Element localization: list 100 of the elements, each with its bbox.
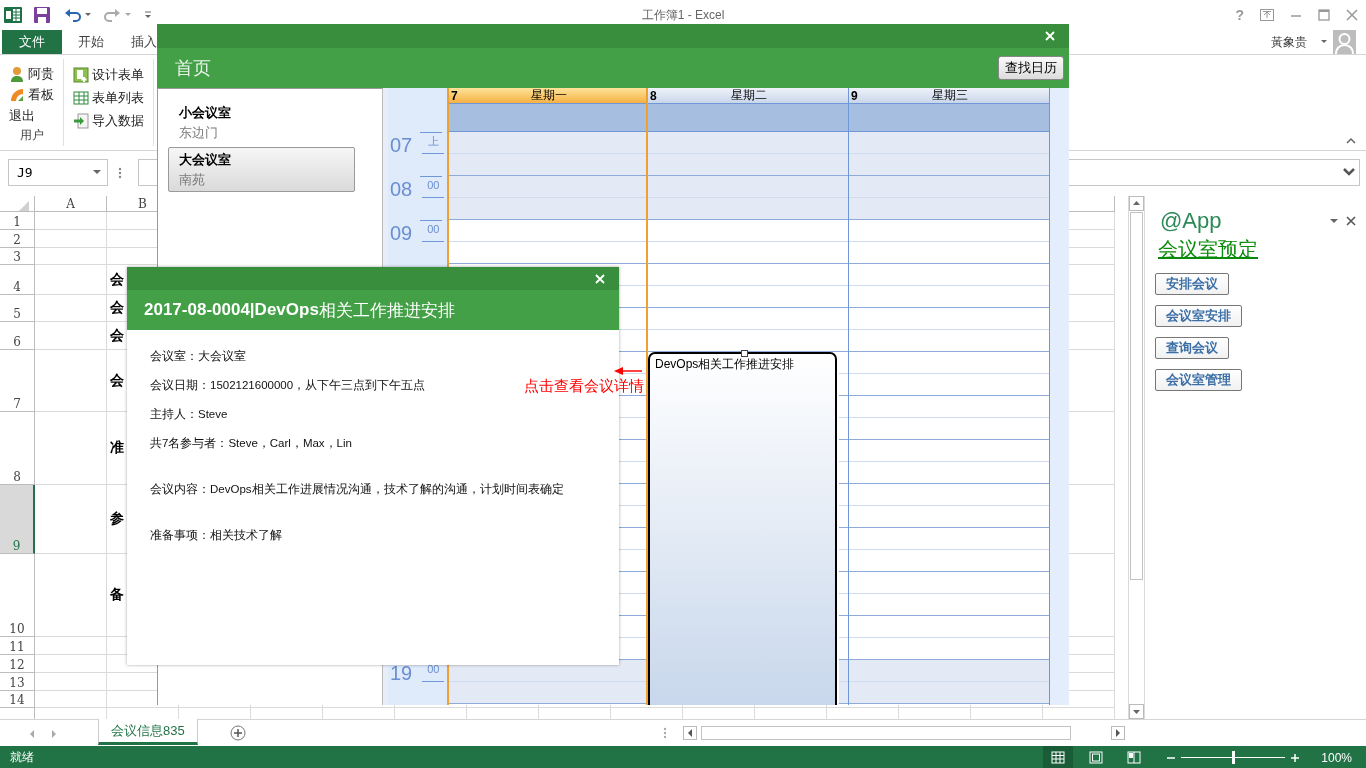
time-slot[interactable] bbox=[839, 682, 848, 704]
ribbon-tab[interactable]: 文件 bbox=[2, 30, 62, 54]
table-cell[interactable] bbox=[35, 322, 107, 350]
customize-icon[interactable] bbox=[144, 10, 152, 20]
table-cell[interactable] bbox=[35, 637, 107, 655]
time-slot[interactable] bbox=[849, 176, 1049, 198]
row-header[interactable]: 5 bbox=[0, 295, 35, 322]
close-icon[interactable] bbox=[1346, 216, 1356, 226]
pane-button[interactable]: 会议室管理 bbox=[1155, 369, 1242, 391]
name-box[interactable]: J9 bbox=[8, 159, 108, 186]
day-header[interactable]: 7 星期一 bbox=[449, 88, 646, 104]
caret-icon[interactable] bbox=[1321, 39, 1327, 45]
zoom-in-icon[interactable] bbox=[1291, 753, 1300, 762]
table-cell[interactable] bbox=[35, 350, 107, 412]
ribbon-button[interactable]: 表单列表 bbox=[70, 86, 147, 109]
table-cell[interactable] bbox=[35, 412, 107, 485]
row-header[interactable]: 13 bbox=[0, 673, 35, 691]
view-button[interactable] bbox=[1043, 746, 1074, 768]
expand-icon[interactable] bbox=[1343, 168, 1355, 177]
collapse-ribbon-icon[interactable] bbox=[1346, 136, 1356, 144]
all-day-row[interactable] bbox=[449, 104, 646, 132]
row-header[interactable]: 6 bbox=[0, 322, 35, 350]
row-header[interactable]: 14 bbox=[0, 691, 35, 708]
scroll-right-icon[interactable] bbox=[1111, 726, 1125, 740]
avatar-icon[interactable] bbox=[1333, 30, 1356, 54]
table-cell[interactable] bbox=[35, 295, 107, 322]
maximize-icon[interactable] bbox=[1318, 9, 1330, 21]
room-item[interactable]: 大会议室 南苑 bbox=[168, 147, 355, 192]
horizontal-scrollbar[interactable] bbox=[701, 726, 1071, 740]
room-item[interactable]: 小会议室 东边门 bbox=[168, 100, 355, 145]
time-slot[interactable] bbox=[648, 176, 848, 198]
table-cell[interactable] bbox=[35, 265, 107, 295]
all-day-row[interactable] bbox=[648, 104, 848, 132]
time-slot[interactable] bbox=[648, 132, 848, 154]
time-slot[interactable] bbox=[839, 660, 848, 682]
table-cell[interactable] bbox=[35, 485, 107, 554]
day-header[interactable]: 8 星期二 bbox=[648, 88, 848, 104]
time-slot[interactable] bbox=[849, 660, 1049, 682]
pane-link[interactable]: 会议室预定 bbox=[1158, 236, 1258, 263]
time-slot[interactable] bbox=[449, 682, 646, 704]
event-card[interactable]: DevOps相关工作推进安排 bbox=[648, 352, 837, 705]
time-slot[interactable] bbox=[849, 132, 1049, 154]
pane-menu-icon[interactable] bbox=[1330, 218, 1338, 224]
table-cell[interactable] bbox=[35, 230, 107, 248]
table-cell[interactable] bbox=[35, 212, 107, 230]
row-header[interactable]: 9 bbox=[0, 485, 35, 554]
ribbon-button[interactable]: 导入数据 bbox=[70, 109, 147, 132]
ribbon-button[interactable]: 看板 bbox=[6, 84, 57, 106]
time-slot[interactable] bbox=[648, 154, 848, 176]
time-slot[interactable] bbox=[849, 198, 1049, 220]
table-cell[interactable] bbox=[35, 248, 107, 265]
zoom-thumb[interactable] bbox=[1231, 751, 1235, 764]
save-icon[interactable] bbox=[34, 7, 50, 23]
sheet-tab[interactable]: 会议信息835 bbox=[98, 719, 198, 745]
add-sheet-icon[interactable] bbox=[229, 725, 246, 741]
all-day-row[interactable] bbox=[849, 104, 1049, 132]
row-header[interactable]: 3 bbox=[0, 248, 35, 265]
zoom-level[interactable]: 100% bbox=[1321, 750, 1352, 765]
ribbon-tab[interactable]: 开始 bbox=[65, 30, 104, 54]
row-header[interactable]: 8 bbox=[0, 412, 35, 485]
time-slot[interactable] bbox=[449, 154, 646, 176]
table-cell[interactable] bbox=[35, 691, 107, 708]
row-header[interactable]: 12 bbox=[0, 655, 35, 673]
ribbon-tab[interactable]: 插入 bbox=[118, 30, 157, 54]
pane-button[interactable]: 会议室安排 bbox=[1155, 305, 1242, 327]
time-slot[interactable] bbox=[849, 682, 1049, 704]
resize-handle[interactable] bbox=[741, 350, 748, 357]
time-slot[interactable] bbox=[849, 154, 1049, 176]
ribbon-button[interactable]: 阿贵 bbox=[6, 63, 57, 85]
table-cell[interactable] bbox=[35, 554, 107, 637]
scroll-up-icon[interactable] bbox=[1129, 196, 1144, 211]
row-header[interactable]: 11 bbox=[0, 637, 35, 655]
pane-button[interactable]: 安排会议 bbox=[1155, 273, 1229, 295]
table-cell[interactable] bbox=[35, 655, 107, 673]
time-slot[interactable] bbox=[648, 198, 848, 220]
ribbon-button[interactable]: 设计表单 bbox=[70, 63, 147, 86]
row-header[interactable]: 4 bbox=[0, 265, 35, 295]
ribbon-button[interactable]: 退出 bbox=[6, 105, 57, 127]
row-header[interactable]: 2 bbox=[0, 230, 35, 248]
previous-sheet-icon[interactable] bbox=[28, 729, 36, 739]
row-header[interactable]: 10 bbox=[0, 554, 35, 637]
time-slot[interactable] bbox=[449, 198, 646, 220]
time-slot[interactable] bbox=[449, 132, 646, 154]
table-cell[interactable] bbox=[35, 673, 107, 691]
row-header[interactable]: 7 bbox=[0, 350, 35, 412]
dropdown-icon[interactable] bbox=[93, 170, 101, 175]
time-slot[interactable] bbox=[449, 176, 646, 198]
next-sheet-icon[interactable] bbox=[50, 729, 58, 739]
pane-button[interactable]: 查询会议 bbox=[1155, 337, 1229, 359]
column-header[interactable]: A bbox=[35, 196, 107, 212]
day-header[interactable]: 9 星期三 bbox=[849, 88, 1049, 104]
scrollbar-thumb[interactable] bbox=[1130, 212, 1143, 580]
row-header[interactable]: 1 bbox=[0, 212, 35, 230]
find-calendar-button[interactable]: 查找日历 bbox=[998, 56, 1064, 80]
scroll-left-icon[interactable] bbox=[683, 726, 697, 740]
ribbon-display-icon[interactable] bbox=[1260, 9, 1274, 21]
account-name[interactable]: 黃象贵 bbox=[1271, 33, 1307, 51]
spreadsheet-icon[interactable] bbox=[4, 6, 22, 24]
scroll-down-icon[interactable] bbox=[1129, 704, 1144, 719]
undo-icon[interactable] bbox=[64, 7, 92, 23]
